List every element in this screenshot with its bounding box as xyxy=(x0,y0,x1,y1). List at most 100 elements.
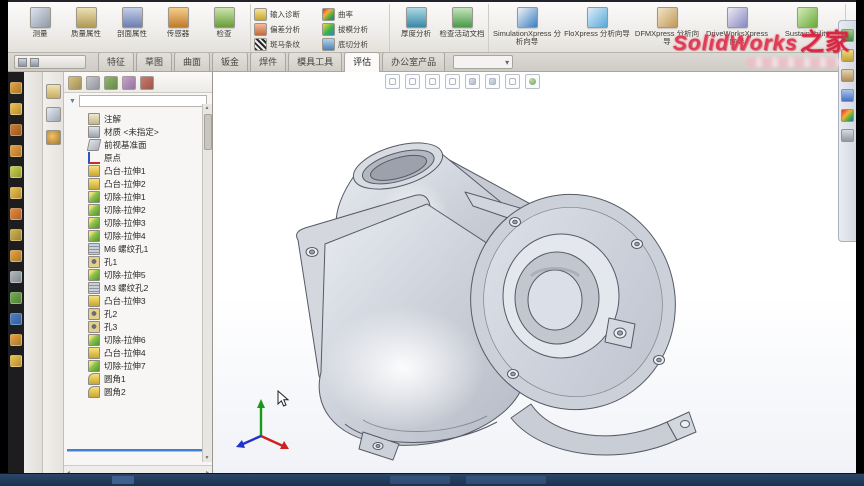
feature-manager-tab-icon[interactable] xyxy=(140,75,154,90)
left-toolbar-icon[interactable] xyxy=(10,166,22,178)
feature-tree-item[interactable]: 切除-拉伸2 xyxy=(78,203,200,216)
ribbon-button-icon xyxy=(75,7,97,28)
scroll-down-icon[interactable]: ▼ xyxy=(203,454,211,462)
ribbon-button[interactable]: 厚度分析 xyxy=(393,4,439,52)
feature-manager-tab-icon[interactable] xyxy=(122,75,136,90)
feature-tree-item[interactable]: 材质 <未指定> xyxy=(78,125,200,138)
left-toolbar-icon[interactable] xyxy=(10,250,22,262)
ribbon-button[interactable]: 传感器 xyxy=(155,4,201,52)
command-tab[interactable]: 焊件 xyxy=(250,52,287,71)
feature-tree-item[interactable]: M6 螺纹孔1 xyxy=(78,242,200,255)
ribbon-wizard-button[interactable]: FloXpress 分析向导 xyxy=(562,4,632,52)
feature-tree-item[interactable]: 注解 xyxy=(78,112,200,125)
feature-label: 材质 <未指定> xyxy=(104,126,159,137)
feature-tree-item[interactable]: M3 螺纹孔2 xyxy=(78,281,200,294)
feature-tree-item[interactable]: 凸台-拉伸3 xyxy=(78,294,200,307)
task-pane-icon[interactable] xyxy=(841,89,854,102)
taskbar-item[interactable] xyxy=(390,476,450,484)
ribbon-button-icon xyxy=(254,37,267,51)
left-toolbar-icon[interactable] xyxy=(10,229,22,241)
feature-tree-item[interactable]: 孔2 xyxy=(78,307,200,320)
feature-tree-item[interactable]: 凸台-拉伸1 xyxy=(78,164,200,177)
mini-toolbar-icon xyxy=(30,57,39,67)
left-toolbar-icon[interactable] xyxy=(10,187,22,199)
feature-icon xyxy=(88,216,100,229)
floating-mini-toolbar[interactable] xyxy=(14,55,86,69)
feature-tree-item[interactable]: 孔1 xyxy=(78,255,200,268)
left-toolbar-icon[interactable] xyxy=(10,124,22,136)
graphics-viewport[interactable] xyxy=(213,72,856,478)
ribbon-wizard-button[interactable]: SimulationXpress 分析向导 xyxy=(492,4,562,52)
command-tab-dropdown[interactable]: ▾ xyxy=(453,55,514,69)
dock-toolbar-icon[interactable] xyxy=(45,107,61,122)
feature-tree-item[interactable]: 切除-拉伸4 xyxy=(78,229,200,242)
feature-label: 切除-拉伸3 xyxy=(104,217,146,228)
feature-tree-item[interactable]: 圆角2 xyxy=(78,385,200,398)
feature-manager-tab-icon[interactable] xyxy=(68,75,82,90)
feature-icon xyxy=(88,346,100,359)
feature-icon xyxy=(88,307,100,320)
left-toolbar-icon[interactable] xyxy=(10,355,22,367)
ribbon-button[interactable]: 拔模分析 xyxy=(322,22,386,36)
dock-toolbar-icon[interactable] xyxy=(45,84,61,99)
feature-tree-item[interactable]: 孔3 xyxy=(78,320,200,333)
left-toolbar-icon[interactable] xyxy=(10,103,22,115)
feature-tree-item[interactable]: 前视基准面 xyxy=(78,138,200,151)
ribbon-button-label: 测量 xyxy=(32,30,48,38)
command-tab[interactable]: 特征 xyxy=(98,52,135,71)
taskbar-item[interactable] xyxy=(466,476,546,484)
command-tab[interactable]: 办公室产品 xyxy=(382,52,446,71)
tree-filter-input[interactable] xyxy=(78,95,207,107)
ribbon-button-label: 检查 xyxy=(216,30,232,38)
command-tab[interactable]: 评估 xyxy=(344,52,381,72)
part-model-housing[interactable] xyxy=(213,72,856,478)
scroll-up-icon[interactable]: ▲ xyxy=(203,104,211,112)
command-tab[interactable]: 模具工具 xyxy=(288,52,343,71)
left-toolbar-icon[interactable] xyxy=(10,145,22,157)
ribbon-group-evaluate-main: 测量 质量属性 剖面属性 传感器 检查 xyxy=(14,4,251,52)
feature-manager-tab-icon[interactable] xyxy=(86,75,100,90)
tree-scrollbar[interactable]: ▲ ▼ xyxy=(202,104,212,462)
ribbon-button[interactable]: 输入诊断 xyxy=(254,7,318,21)
feature-tree-item[interactable]: 切除-拉伸1 xyxy=(78,190,200,203)
feature-manager-tab-icon[interactable] xyxy=(104,75,118,90)
ribbon-button[interactable]: 质量属性 xyxy=(63,4,109,52)
feature-tree-item[interactable]: 凸台-拉伸4 xyxy=(78,346,200,359)
ribbon-button-label: 质量属性 xyxy=(71,30,101,38)
left-toolbar-icon[interactable] xyxy=(10,82,22,94)
scrollbar-thumb[interactable] xyxy=(204,114,212,150)
feature-tree-item[interactable]: 切除-拉伸6 xyxy=(78,333,200,346)
ribbon-button-icon xyxy=(516,7,538,28)
left-toolbar-icon[interactable] xyxy=(10,208,22,220)
command-tab[interactable]: 钣金 xyxy=(212,52,249,71)
left-toolbar-icon[interactable] xyxy=(10,292,22,304)
left-toolbar-icon[interactable] xyxy=(10,313,22,325)
feature-label: 注解 xyxy=(104,113,122,124)
command-tab[interactable]: 草图 xyxy=(136,52,173,71)
ribbon-button[interactable]: 底切分析 xyxy=(322,37,386,51)
feature-icon xyxy=(88,112,100,125)
ribbon-button[interactable]: 检查 xyxy=(201,4,247,52)
feature-tree-item[interactable]: 切除-拉伸7 xyxy=(78,359,200,372)
left-toolbar-icon[interactable] xyxy=(10,334,22,346)
ribbon-button[interactable]: 测量 xyxy=(17,4,63,52)
left-toolbar-icon[interactable] xyxy=(10,271,22,283)
command-tab[interactable]: 曲面 xyxy=(174,52,211,71)
dock-toolbar-icon[interactable] xyxy=(45,130,61,145)
ribbon-button[interactable]: 偏差分析 xyxy=(254,22,318,36)
ribbon-button-icon xyxy=(254,7,267,21)
feature-tree-item[interactable]: 圆角1 xyxy=(78,372,200,385)
feature-tree-item[interactable]: 原点 xyxy=(78,151,200,164)
ribbon-button[interactable]: 斑马条纹 xyxy=(254,37,318,51)
ribbon-button[interactable]: 检查活动文档 xyxy=(439,4,485,52)
task-pane-icon[interactable] xyxy=(841,109,854,122)
ribbon-button[interactable]: 剖面属性 xyxy=(109,4,155,52)
task-pane-icon[interactable] xyxy=(841,129,854,142)
feature-tree-item[interactable]: 切除-拉伸3 xyxy=(78,216,200,229)
feature-tree-item[interactable]: 凸台-拉伸2 xyxy=(78,177,200,190)
feature-tree-item[interactable]: 切除-拉伸5 xyxy=(78,268,200,281)
ribbon-button[interactable]: 曲率 xyxy=(322,7,386,21)
taskbar-item[interactable] xyxy=(112,476,134,484)
feature-icon xyxy=(88,281,100,294)
task-pane-icon[interactable] xyxy=(841,69,854,82)
